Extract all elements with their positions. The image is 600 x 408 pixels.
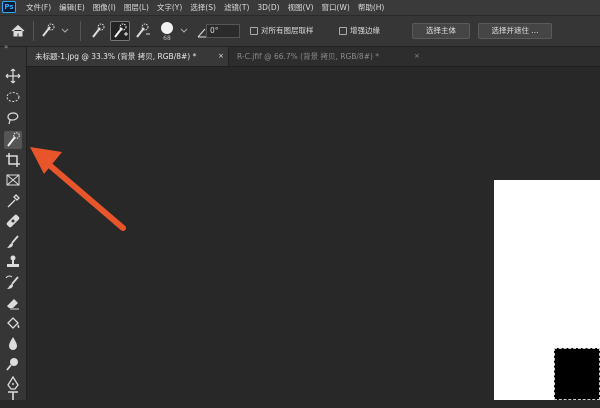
- menu-image[interactable]: 图像(I): [89, 0, 120, 15]
- dodge-tool-icon[interactable]: [4, 355, 22, 373]
- menu-view[interactable]: 视图(V): [284, 0, 318, 15]
- brush-size: 68: [163, 35, 171, 42]
- tool-preset-picker[interactable]: [40, 23, 72, 39]
- select-subject-button[interactable]: 选择主体: [412, 23, 470, 39]
- select-and-mask-button[interactable]: 选择并遮住 ...: [478, 23, 552, 39]
- menu-type[interactable]: 文字(Y): [153, 0, 186, 15]
- sample-all-layers-checkbox[interactable]: [250, 27, 258, 35]
- healing-brush-tool-icon[interactable]: [4, 212, 22, 230]
- home-icon[interactable]: [10, 23, 26, 39]
- tools-panel: »: [0, 43, 27, 400]
- brush-tool-icon[interactable]: [4, 233, 22, 251]
- enhance-edge-label: 增强边缘: [350, 26, 380, 35]
- angle-input[interactable]: 0°: [206, 24, 240, 38]
- menu-help[interactable]: 帮助(H): [354, 0, 389, 15]
- collapse-toolbar-icon[interactable]: »: [4, 43, 8, 51]
- menu-window[interactable]: 窗口(W): [318, 0, 354, 15]
- menu-filter[interactable]: 滤镜(T): [220, 0, 253, 15]
- paint-bucket-tool-icon[interactable]: [4, 314, 22, 332]
- eyedropper-tool-icon[interactable]: [4, 192, 22, 210]
- close-icon[interactable]: ×: [218, 47, 224, 66]
- blur-tool-icon[interactable]: [4, 335, 22, 353]
- document-tab-bar: 未标题-1.jpg @ 33.3% (背景 拷贝, RGB/8#) * × R-…: [27, 47, 600, 67]
- quick-selection-icon: [42, 23, 69, 37]
- tab-document-1[interactable]: 未标题-1.jpg @ 33.3% (背景 拷贝, RGB/8#) * ×: [27, 47, 229, 66]
- menu-layer[interactable]: 图层(L): [120, 0, 153, 15]
- lasso-tool-icon[interactable]: [4, 109, 22, 127]
- selection-marquee: [554, 348, 600, 400]
- clone-stamp-tool-icon[interactable]: [4, 253, 22, 271]
- new-selection-mode-button[interactable]: [88, 21, 108, 41]
- tab-document-2-label: R-C.jfif @ 66.7% (背景 拷贝, RGB/8#) *: [237, 52, 380, 61]
- close-icon[interactable]: ×: [414, 47, 420, 66]
- divider: [33, 21, 34, 41]
- type-tool-icon[interactable]: [4, 390, 22, 408]
- photoshop-logo: Ps: [2, 1, 16, 13]
- brush-tip-icon: [161, 22, 173, 34]
- sample-all-layers-label: 对所有图层取样: [261, 26, 314, 35]
- frame-tool-icon[interactable]: [4, 171, 22, 189]
- eraser-tool-icon[interactable]: [4, 294, 22, 312]
- add-to-selection-mode-button[interactable]: [110, 21, 130, 41]
- chevron-down-icon[interactable]: [180, 28, 188, 34]
- brush-subtract-selection-icon: [136, 23, 150, 38]
- ellipse-marquee-tool-icon[interactable]: [4, 88, 22, 106]
- brush-new-selection-icon: [92, 23, 105, 38]
- menu-items: 文件(F) 编辑(E) 图像(I) 图层(L) 文字(Y) 选择(S) 滤镜(T…: [22, 0, 388, 15]
- crop-tool-icon[interactable]: [4, 151, 22, 169]
- options-bar: 68 0° 对所有图层取样 增强边缘 选择主体 选择并遮住 ...: [0, 16, 600, 47]
- menu-bar: Ps 文件(F) 编辑(E) 图像(I) 图层(L) 文字(Y) 选择(S) 滤…: [0, 0, 600, 16]
- menu-select[interactable]: 选择(S): [186, 0, 220, 15]
- divider: [80, 21, 81, 41]
- subtract-from-selection-mode-button[interactable]: [132, 21, 152, 41]
- tab-document-2[interactable]: R-C.jfif @ 66.7% (背景 拷贝, RGB/8#) * ×: [229, 47, 429, 66]
- tab-document-1-label: 未标题-1.jpg @ 33.3% (背景 拷贝, RGB/8#) *: [35, 52, 197, 61]
- enhance-edge-checkbox[interactable]: [339, 27, 347, 35]
- move-tool-icon[interactable]: [4, 67, 22, 85]
- menu-3d[interactable]: 3D(D): [253, 0, 283, 15]
- brush-add-selection-icon: [114, 23, 128, 38]
- menu-edit[interactable]: 编辑(E): [55, 0, 89, 15]
- menu-file[interactable]: 文件(F): [22, 0, 55, 15]
- history-brush-tool-icon[interactable]: [4, 274, 22, 292]
- quick-selection-tool-icon[interactable]: [4, 131, 22, 149]
- brush-picker[interactable]: 68: [156, 20, 178, 44]
